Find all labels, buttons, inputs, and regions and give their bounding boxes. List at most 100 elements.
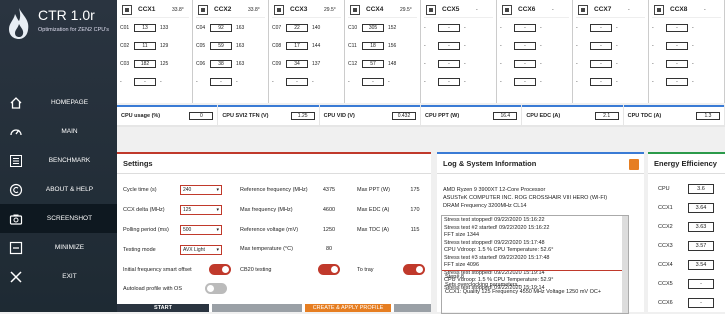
nav-item-about-help[interactable]: ABOUT & HELP [0, 175, 117, 204]
close-icon [0, 270, 32, 284]
log-line: Stress test stopped! 09/22/2020 15:16:22 [444, 217, 545, 223]
log-output[interactable]: Stress test stopped! 09/22/2020 15:16:22… [441, 215, 629, 314]
nav-label: ABOUT & HELP [45, 186, 94, 193]
max-edc-field[interactable]: 170 [401, 207, 429, 213]
core-value: - [590, 23, 612, 32]
energy-label: CCX2 [658, 224, 673, 230]
core-row: C10 305 152 [348, 19, 417, 36]
nav-item-benchmark[interactable]: BENCHMARK [0, 146, 117, 175]
polling-select[interactable]: 500 [180, 225, 222, 235]
ccx-delta-label: CCX delta (MHz) [123, 207, 165, 213]
core-value: 92 [210, 23, 232, 32]
core-value: 34 [286, 59, 308, 68]
cycle-time-select[interactable]: 240 [180, 185, 222, 195]
core-id: - [196, 78, 198, 85]
polling-label: Polling period (ms) [123, 227, 169, 233]
core-value: 17 [286, 41, 308, 50]
ccx-header: CCX8 - [652, 2, 721, 18]
energy-row: CCX4 3.54 [658, 260, 714, 270]
autoload-toggle[interactable] [205, 283, 227, 294]
core-id: - [424, 24, 426, 31]
nav-item-main[interactable]: MAIN [0, 117, 117, 146]
extra-button[interactable] [394, 304, 431, 312]
core-quality: 163 [236, 24, 245, 31]
metric-value: 2.1 [594, 112, 619, 120]
core-row: --- [196, 73, 265, 90]
core-row: --- [500, 55, 569, 72]
initial-smart-offset-toggle[interactable] [209, 264, 231, 275]
ccx-temp: - [628, 6, 630, 13]
core-row: --- [348, 73, 417, 90]
core-id: - [120, 78, 122, 85]
step-line: Sets overclocking parameters... [445, 281, 523, 288]
metric-value: 1.3 [695, 112, 720, 120]
energy-value: 3.57 [688, 241, 714, 251]
core-id: C01 [120, 24, 130, 31]
energy-row: CPU 3.6 [658, 184, 714, 194]
core-quality: - [540, 24, 542, 31]
core-id: - [652, 24, 654, 31]
ref-freq-field[interactable]: 4375 [315, 187, 343, 193]
nav-item-minimize[interactable]: MINIMIZE [0, 233, 117, 262]
metric-label: CPU TDC (A) [627, 113, 662, 119]
core-id: C11 [348, 42, 357, 49]
ref-volt-field[interactable]: 1250 [315, 227, 343, 233]
to-tray-label: To tray [357, 267, 374, 273]
core-id: - [652, 42, 654, 49]
nav-item-screenshot[interactable]: SCREENSHOT [0, 204, 117, 233]
copyright-icon [0, 183, 32, 197]
create-apply-profile-button[interactable]: CREATE & APPLY PROFILE [305, 304, 391, 312]
core-id: C02 [120, 42, 130, 49]
testing-mode-select[interactable]: AVX Light [180, 245, 222, 255]
energy-label: CCX1 [658, 205, 673, 211]
max-temp-label: Max temperature (°C) [240, 246, 293, 252]
secondary-button[interactable] [212, 304, 302, 312]
step-line: CCX1: Quality 125 Frequency 4550 MHz Vol… [445, 289, 602, 295]
nav-item-homepage[interactable]: HOMEPAGE [0, 88, 117, 117]
core-id: C03 [120, 60, 130, 67]
log-line: FFT size 1344 [444, 232, 480, 238]
core-id: C10 [348, 24, 358, 31]
nav-label: MINIMIZE [54, 244, 85, 251]
metric-card: CPU TDC (A) 1.3 [623, 105, 724, 125]
core-row: --- [500, 37, 569, 54]
start-button[interactable]: START [117, 304, 209, 312]
core-quality: 140 [312, 24, 321, 31]
core-row: C09 34 137 [272, 55, 341, 72]
core-id: C07 [272, 24, 282, 31]
ccx-card: CCX6- - - - - - - - - - - - - [497, 0, 573, 103]
max-temp-field[interactable]: 80 [315, 246, 343, 252]
log-scrollbar[interactable] [622, 216, 628, 313]
core-value: 182 [134, 59, 156, 68]
system-info-line: AMD Ryzen 9 3900XT 12-Core Processor [443, 187, 546, 193]
core-value: 59 [210, 41, 232, 50]
core-quality: - [692, 60, 694, 67]
core-quality: - [464, 42, 466, 49]
max-tdc-field[interactable]: 115 [401, 227, 429, 233]
max-ppt-field[interactable]: 175 [401, 187, 429, 193]
energy-row: CCX5 - [658, 279, 714, 289]
core-row: C03 182 125 [120, 55, 189, 72]
cb20-toggle[interactable] [318, 264, 340, 275]
ccx-temp: 33.8° [248, 6, 260, 13]
ccx-delta-select[interactable]: 125 [180, 205, 222, 215]
core-value: - [666, 59, 688, 68]
core-quality: - [388, 78, 390, 85]
testing-mode-label: Testing mode [123, 247, 156, 253]
core-row: --- [576, 73, 645, 90]
core-id: - [576, 42, 578, 49]
max-freq-field[interactable]: 4600 [315, 207, 343, 213]
core-quality: - [312, 78, 314, 85]
max-edc-label: Max EDC (A) [357, 207, 390, 213]
core-row: --- [576, 37, 645, 54]
save-log-icon[interactable] [629, 159, 639, 170]
core-value: 38 [210, 59, 232, 68]
system-info-line: ASUSTeK COMPUTER INC. ROG CROSSHAIR VIII… [443, 195, 608, 201]
energy-label: CCX5 [658, 281, 673, 287]
core-value: 11 [134, 41, 156, 50]
metric-card: CPU usage (%) 0 [117, 105, 218, 125]
energy-row: CCX2 3.63 [658, 222, 714, 232]
nav-item-exit[interactable]: EXIT [0, 262, 117, 291]
to-tray-toggle[interactable] [403, 264, 425, 275]
ccx-header: CCX5 - [424, 2, 493, 18]
